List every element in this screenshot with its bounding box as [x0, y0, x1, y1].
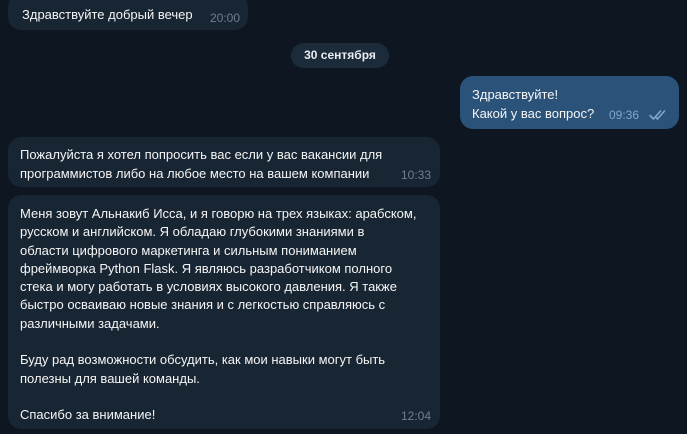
- message-time: 20:00: [209, 11, 240, 25]
- message-text: Меня зовут Альнакиб Исса, и я говорю на …: [20, 206, 417, 423]
- chat-history: Здравствуйте добрый вечер 20:00 30 сентя…: [0, 0, 687, 434]
- message-time: 12:04: [400, 409, 431, 423]
- date-separator: 30 сентября: [291, 43, 389, 68]
- message-text: Пожалуйста я хотел попросить вас если у …: [20, 147, 383, 181]
- message-bubble[interactable]: Здравствуйте! Какой у вас вопрос? 09:36: [460, 76, 679, 129]
- message-text: Здравствуйте! Какой у вас вопрос?: [472, 87, 595, 121]
- message-bubble[interactable]: Пожалуйста я хотел попросить вас если у …: [8, 137, 440, 187]
- message-bubble[interactable]: Здравствуйте добрый вечер 20:00: [8, 0, 248, 30]
- message-bubble[interactable]: Меня зовут Альнакиб Исса, и я говорю на …: [8, 195, 440, 429]
- double-check-icon: [649, 110, 666, 120]
- message-time: 10:33: [400, 168, 431, 182]
- message-time: 09:36: [608, 108, 639, 122]
